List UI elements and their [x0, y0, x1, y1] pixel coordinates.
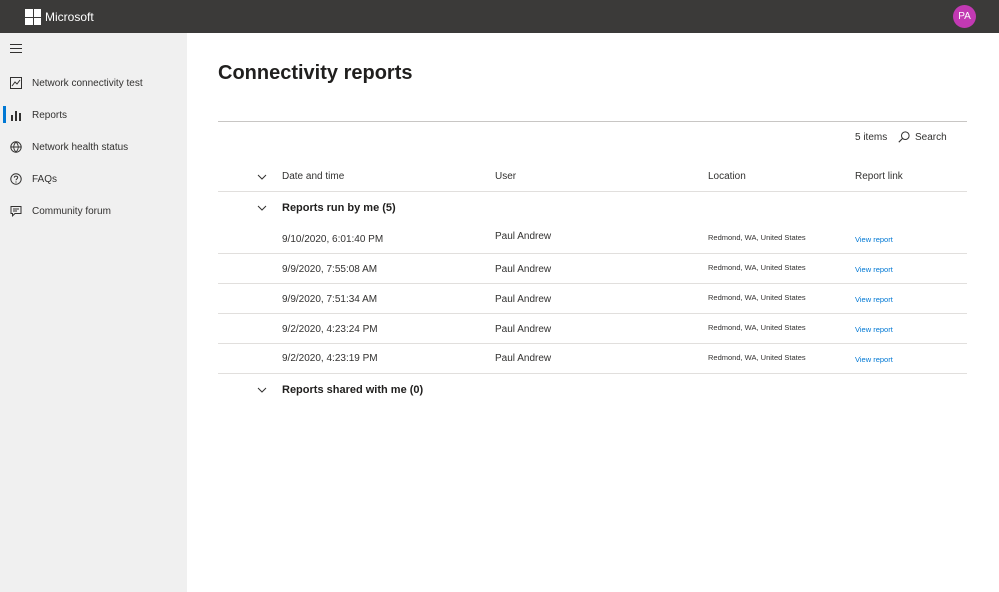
cell-location: Redmond, WA, United States [708, 233, 806, 242]
bar-chart-icon [11, 111, 21, 121]
sidebar-item-community-forum[interactable]: Community forum [0, 198, 187, 226]
cell-location: Redmond, WA, United States [708, 353, 806, 362]
divider [218, 191, 967, 192]
table-row: 9/9/2020, 7:51:34 AM Paul Andrew Redmond… [218, 284, 967, 314]
view-report-link[interactable]: View report [855, 355, 893, 365]
cell-location: Redmond, WA, United States [708, 263, 806, 272]
sidebar-item-network-connectivity-test[interactable]: Network connectivity test [0, 70, 187, 98]
divider [218, 121, 967, 122]
cell-date: 9/9/2020, 7:51:34 AM [282, 294, 378, 305]
cell-user: Paul Andrew [495, 324, 552, 335]
network-globe-icon [10, 141, 22, 153]
chevron-down-icon[interactable] [257, 205, 267, 211]
group-header-shared-with-me[interactable]: Reports shared with me (0) [282, 383, 423, 397]
table-row: 9/10/2020, 6:01:40 PM Paul Andrew Redmon… [218, 224, 967, 254]
table-row: 9/2/2020, 4:23:19 PM Paul Andrew Redmond… [218, 344, 967, 374]
sidebar-item-label: Network health status [32, 142, 129, 153]
hamburger-menu-icon[interactable] [10, 44, 22, 54]
microsoft-logo-icon[interactable] [25, 9, 41, 25]
sidebar-item-label: Network connectivity test [32, 78, 143, 89]
cell-date: 9/9/2020, 7:55:08 AM [282, 264, 378, 275]
sidebar-item-label: FAQs [32, 174, 58, 185]
group-header-run-by-me[interactable]: Reports run by me (5) [282, 201, 396, 215]
column-header-date[interactable]: Date and time [282, 170, 344, 183]
search-label: Search [915, 132, 947, 143]
items-count: 5 items [855, 132, 888, 143]
avatar[interactable]: PA [953, 5, 976, 28]
cell-date: 9/10/2020, 6:01:40 PM [282, 234, 384, 245]
table-row: 9/2/2020, 4:23:24 PM Paul Andrew Redmond… [218, 314, 967, 344]
top-bar: Microsoft PA [0, 0, 999, 33]
cell-date: 9/2/2020, 4:23:19 PM [282, 353, 378, 364]
sidebar-item-reports[interactable]: Reports [0, 102, 187, 130]
chevron-down-icon[interactable] [257, 174, 267, 180]
cell-location: Redmond, WA, United States [708, 293, 806, 302]
view-report-link[interactable]: View report [855, 295, 893, 305]
help-circle-icon [10, 173, 22, 185]
cell-user: Paul Andrew [495, 294, 552, 305]
chat-icon [10, 206, 22, 217]
cell-date: 9/2/2020, 4:23:24 PM [282, 324, 378, 335]
column-header-location[interactable]: Location [708, 170, 746, 183]
column-header-user[interactable]: User [495, 170, 516, 183]
sidebar-item-faqs[interactable]: FAQs [0, 166, 187, 194]
divider [218, 373, 967, 374]
cell-location: Redmond, WA, United States [708, 323, 806, 332]
chevron-down-icon[interactable] [257, 387, 267, 393]
table-row: 9/9/2020, 7:55:08 AM Paul Andrew Redmond… [218, 254, 967, 284]
view-report-link[interactable]: View report [855, 325, 893, 335]
view-report-link[interactable]: View report [855, 265, 893, 275]
page-title: Connectivity reports [218, 62, 413, 84]
sidebar: Network connectivity test Reports Networ… [0, 33, 187, 592]
sidebar-item-network-health-status[interactable]: Network health status [0, 134, 187, 162]
cell-user: Paul Andrew [495, 353, 552, 364]
sidebar-item-label: Community forum [32, 206, 111, 217]
brand-name[interactable]: Microsoft [45, 9, 94, 25]
view-report-link[interactable]: View report [855, 235, 893, 245]
sidebar-item-label: Reports [32, 110, 68, 121]
chart-document-icon [10, 77, 22, 89]
cell-user: Paul Andrew [495, 264, 552, 275]
search-icon [898, 131, 910, 143]
cell-user: Paul Andrew [495, 231, 552, 242]
column-header-report-link[interactable]: Report link [855, 170, 903, 183]
